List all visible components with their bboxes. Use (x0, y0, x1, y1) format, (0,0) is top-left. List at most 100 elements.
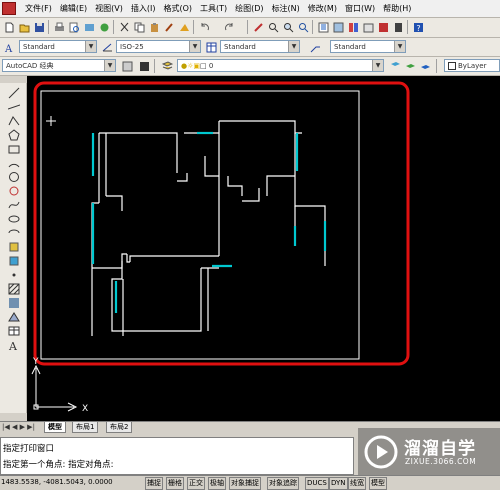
help-icon[interactable]: ? (411, 20, 426, 35)
grid-toggle[interactable]: 栅格 (166, 477, 184, 490)
dim-style-icon[interactable] (100, 40, 115, 55)
insert-block-icon[interactable] (8, 241, 20, 253)
polar-toggle[interactable]: 极轴 (208, 477, 226, 490)
markup-icon[interactable] (376, 20, 391, 35)
block-editor-icon[interactable] (177, 20, 192, 35)
make-current-layer-icon[interactable] (388, 59, 403, 74)
watermark: 溜溜自学 ZIXUE.3066.COM (358, 428, 500, 475)
color-swatch-icon (448, 62, 456, 70)
menu-dimension[interactable]: 标注(N) (268, 3, 304, 14)
copy-icon[interactable] (132, 20, 147, 35)
draw-toolbar: A (0, 83, 27, 413)
text-style-select[interactable]: Standard ▼ (19, 40, 97, 53)
rectangle-icon[interactable] (8, 143, 20, 155)
menu-view[interactable]: 视图(V) (91, 3, 127, 14)
menu-edit[interactable]: 编辑(E) (56, 3, 91, 14)
make-block-icon[interactable] (8, 255, 20, 267)
tool-palettes-icon[interactable] (346, 20, 361, 35)
point-icon[interactable] (8, 269, 20, 281)
new-file-icon[interactable] (2, 20, 17, 35)
dyn-toggle[interactable]: DYN (329, 477, 348, 490)
table-style-select[interactable]: Standard ▼ (220, 40, 300, 53)
table-style-icon[interactable] (204, 40, 219, 55)
color-control-select[interactable]: ByLayer (444, 59, 500, 72)
menu-format[interactable]: 格式(O) (159, 3, 196, 14)
sheet-set-icon[interactable] (361, 20, 376, 35)
polygon-icon[interactable] (8, 129, 20, 141)
play-logo-icon (364, 435, 398, 469)
undo-icon[interactable] (197, 20, 212, 35)
menu-insert[interactable]: 插入(I) (127, 3, 160, 14)
status-bar: 1483.5538, -4081.5043, 0.0000 捕捉 栅格 正交 极… (0, 475, 500, 490)
table-style-value: Standard (224, 43, 256, 51)
menu-modify[interactable]: 修改(M) (304, 3, 341, 14)
workspace-save-icon[interactable] (137, 59, 152, 74)
zoom-previous-icon[interactable] (296, 20, 311, 35)
chevron-down-icon: ▼ (372, 60, 383, 71)
workspace-settings-icon[interactable] (120, 59, 135, 74)
polyline-icon[interactable] (8, 115, 20, 127)
model-toggle[interactable]: 模型 (369, 477, 387, 490)
gradient-icon[interactable] (8, 297, 20, 309)
zoom-window-icon[interactable] (281, 20, 296, 35)
viewport-frame (40, 90, 360, 360)
construction-line-icon[interactable] (7, 101, 21, 113)
print-icon[interactable] (52, 20, 67, 35)
multileader-style-select[interactable]: Standard ▼ (330, 40, 406, 53)
tab-layout2[interactable]: 布局2 (106, 422, 133, 433)
spline-icon[interactable] (8, 199, 20, 211)
revision-cloud-icon[interactable] (8, 185, 20, 197)
match-properties-icon[interactable] (162, 20, 177, 35)
pan-icon[interactable] (251, 20, 266, 35)
region-icon[interactable] (8, 311, 20, 323)
menu-window[interactable]: 窗口(W) (341, 3, 379, 14)
tab-model[interactable]: 模型 (44, 422, 66, 433)
layer-select[interactable]: ●☼▣□ 0 ▼ (177, 59, 384, 72)
layer-states-icon[interactable] (418, 59, 433, 74)
dim-style-select[interactable]: ISO-25 ▼ (116, 40, 201, 53)
plot-icon[interactable] (97, 20, 112, 35)
cut-icon[interactable] (117, 20, 132, 35)
otrack-toggle[interactable]: 对象追踪 (267, 477, 299, 490)
zoom-realtime-icon[interactable] (266, 20, 281, 35)
workspace-select[interactable]: AutoCAD 经典 ▼ (2, 59, 116, 72)
menu-tools[interactable]: 工具(T) (196, 3, 231, 14)
design-center-icon[interactable] (331, 20, 346, 35)
chevron-down-icon: ▼ (189, 41, 200, 52)
open-folder-icon[interactable] (17, 20, 32, 35)
menu-draw[interactable]: 绘图(D) (231, 3, 267, 14)
text-style-value: Standard (23, 43, 55, 51)
snap-toggle[interactable]: 捕捉 (145, 477, 163, 490)
tab-layout1[interactable]: 布局1 (72, 422, 99, 433)
redo-icon[interactable] (222, 20, 237, 35)
multiline-text-icon[interactable]: A (8, 339, 20, 353)
table-icon[interactable] (8, 325, 20, 337)
calculator-icon[interactable] (391, 20, 406, 35)
menu-file[interactable]: 文件(F) (21, 3, 56, 14)
command-window[interactable]: 指定打印窗口 指定第一个角点: 指定对角点: (0, 437, 354, 475)
ellipse-icon[interactable] (8, 213, 20, 225)
circle-icon[interactable] (8, 171, 20, 183)
print-preview-icon[interactable] (67, 20, 82, 35)
drawing-area[interactable]: X Y (27, 76, 500, 421)
paste-icon[interactable] (147, 20, 162, 35)
layer-properties-icon[interactable] (160, 59, 175, 74)
ducs-toggle[interactable]: DUCS (305, 477, 329, 490)
tab-nav-arrows-icon[interactable]: |◀ ◀ ▶ ▶| (2, 422, 35, 432)
publish-icon[interactable] (82, 20, 97, 35)
ortho-toggle[interactable]: 正交 (187, 477, 205, 490)
hatch-icon[interactable] (8, 283, 20, 295)
app-icon[interactable] (2, 2, 16, 15)
ellipse-arc-icon[interactable] (8, 227, 20, 239)
multileader-style-icon[interactable] (308, 40, 323, 55)
menu-help[interactable]: 帮助(H) (379, 3, 415, 14)
osnap-toggle[interactable]: 对象捕捉 (229, 477, 261, 490)
line-tool-icon[interactable] (8, 87, 20, 99)
properties-icon[interactable] (316, 20, 331, 35)
text-style-icon[interactable]: A (2, 40, 17, 55)
workspace-value: AutoCAD 经典 (6, 62, 54, 70)
save-icon[interactable] (32, 20, 47, 35)
lineweight-toggle[interactable]: 线宽 (348, 477, 366, 490)
layer-previous-icon[interactable] (403, 59, 418, 74)
arc-icon[interactable] (8, 157, 20, 169)
